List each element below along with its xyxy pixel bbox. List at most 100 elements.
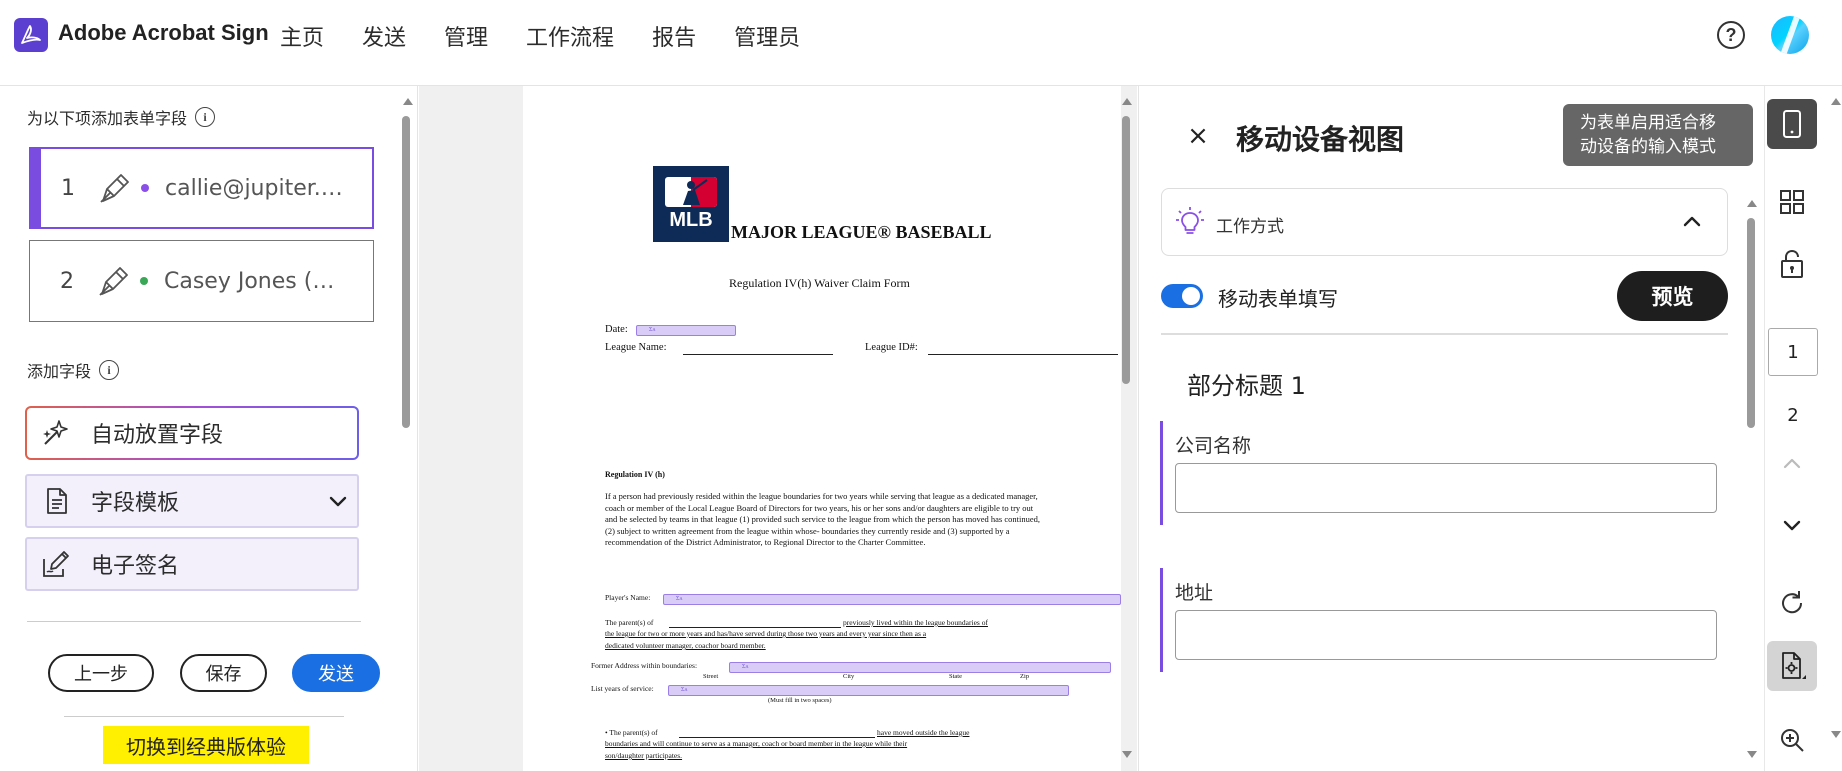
app-name[interactable]: Adobe Acrobat Sign [58,20,269,46]
top-bar: Adobe Acrobat Sign 主页 发送 管理 工作流程 报告 管理员 … [0,0,1842,86]
e-signature-field-button[interactable]: 电子签名 [25,537,359,591]
send-button[interactable]: 发送 [292,654,380,692]
mobile-view-tooltip: 为表单启用适合移 动设备的输入模式 [1563,104,1753,166]
section-heading[interactable]: 部分标题 1 [1187,366,1306,401]
mlb-logo: MLB [653,166,729,242]
bullet-text-1b: have moved outside the league [877,728,970,737]
tooltip-line-1: 为表单启用适合移 [1580,113,1716,133]
back-button[interactable]: 上一步 [48,654,154,692]
recipient-name: Casey Jones (… [164,268,335,294]
preview-button[interactable]: 预览 [1617,271,1728,321]
nav-workflows[interactable]: 工作流程 [526,20,614,52]
add-form-fields-for-label: 为以下项添加表单字段 [27,109,188,128]
info-icon[interactable]: i [99,360,120,380]
recipient-index: 2 [60,268,74,294]
panel-scrollbar[interactable] [1747,218,1755,428]
nav-send[interactable]: 发送 [362,20,406,52]
page-down-button[interactable] [1767,500,1817,550]
scroll-up-arrow-icon[interactable] [1746,198,1758,208]
save-button[interactable]: 保存 [180,654,267,692]
pen-icon [96,264,130,298]
address-label: 地址 [1175,582,1214,604]
document-viewer: MLB MAJOR LEAGUE® BASEBALL Regulation IV… [419,86,1137,771]
grid-view-button[interactable] [1767,177,1817,227]
mobile-form-fill-toggle[interactable] [1161,284,1203,308]
mobile-view-button[interactable] [1767,99,1817,149]
lock-icon [1781,249,1803,278]
panel-title: 移动设备视图 [1236,123,1405,156]
field-template-label: 字段模板 [91,491,180,516]
rotate-button[interactable] [1767,578,1817,628]
bullet-text-3: son/daughter participates. [605,751,683,760]
add-fields-heading: 添加字段 i [27,358,120,382]
list-years-label: List years of service: [591,684,654,693]
help-icon[interactable]: ? [1717,21,1745,49]
left-panel-scrollbar[interactable] [402,116,410,428]
document-subtitle: Regulation IV(h) Waiver Claim Form [729,276,910,290]
info-icon[interactable]: i [195,107,216,127]
signature-pen-icon [41,549,71,579]
rotate-icon [1782,591,1803,614]
nav-admin[interactable]: 管理员 [734,20,800,52]
company-name-input[interactable] [1175,463,1717,513]
players-name-field[interactable]: Σᴀ [663,594,1121,605]
acrobat-logo-icon[interactable] [14,18,48,52]
chevron-up-icon[interactable] [1682,211,1702,231]
nav-manage[interactable]: 管理 [444,20,488,52]
address-input[interactable] [1175,610,1717,660]
company-name-group: 公司名称 [1160,421,1730,525]
how-it-works-label: 工作方式 [1216,217,1284,237]
parents-text-3: dedicated volunteer manager, coachor boa… [605,641,766,650]
recipient-1[interactable]: 1 callie@jupiter.… [29,147,374,229]
pen-icon [97,171,131,205]
parents-text-1b: previously lived within the league bound… [843,618,988,627]
recipient-2[interactable]: 2 Casey Jones (… [29,240,374,322]
scroll-down-arrow-icon[interactable] [1830,730,1842,740]
players-name-label: Player's Name: [605,593,651,602]
switch-to-classic-button[interactable]: 切换到经典版体验 [103,726,309,764]
panel-divider [1161,333,1728,335]
auto-place-fields-button[interactable]: 自动放置字段 [25,406,359,460]
mlb-logo-text: MLB [669,208,713,231]
sparkle-wand-icon [41,418,71,448]
zoom-in-button[interactable] [1767,715,1817,765]
zoom-in-icon [1781,729,1804,752]
scroll-up-arrow-icon[interactable] [1121,96,1133,106]
chevron-up-icon [1783,458,1801,469]
league-name-label: League Name: [605,342,667,353]
lock-button[interactable] [1767,239,1817,289]
document-icon [41,486,71,516]
tooltip-line-2: 动设备的输入模式 [1580,137,1716,157]
page-thumb-1[interactable]: 1 [1768,328,1818,376]
league-name-line [683,354,833,355]
document-scrollbar[interactable] [1122,116,1130,384]
regulation-heading: Regulation IV (h) [605,470,665,479]
document-page: MLB MAJOR LEAGUE® BASEBALL Regulation IV… [523,86,1121,771]
former-address-field[interactable]: Σᴀ [729,662,1111,673]
nav-home[interactable]: 主页 [280,20,324,52]
avatar[interactable] [1771,16,1809,54]
scroll-down-arrow-icon[interactable] [1121,750,1133,760]
scroll-down-arrow-icon[interactable] [1746,750,1758,760]
recipient-color-dot [141,184,149,192]
page-thumb-2[interactable]: 2 [1768,391,1818,439]
scroll-up-arrow-icon[interactable] [402,96,414,106]
auto-place-fields-label: 自动放置字段 [91,423,224,448]
form-settings-button[interactable] [1767,641,1817,691]
recipient-name: callie@jupiter.… [165,175,343,201]
nav-reports[interactable]: 报告 [652,20,696,52]
close-icon[interactable]: × [1186,123,1210,149]
field-template-dropdown[interactable]: 字段模板 [25,474,359,528]
lightbulb-icon [1176,207,1204,237]
how-it-works-accordion[interactable]: 工作方式 [1161,188,1728,256]
address-group: 地址 [1160,568,1730,672]
page-up-button[interactable] [1767,439,1817,489]
grid-icon [1780,190,1804,214]
date-field[interactable]: Σᴀ [636,325,736,336]
chevron-down-icon [327,490,349,512]
document-title: MAJOR LEAGUE® BASEBALL [731,222,992,242]
former-address-label: Former Address within boundaries: [591,661,698,670]
bullet-text-1: • The parent(s) of [605,728,658,737]
scroll-up-arrow-icon[interactable] [1830,96,1842,106]
list-years-field[interactable]: Σᴀ [668,685,1069,696]
